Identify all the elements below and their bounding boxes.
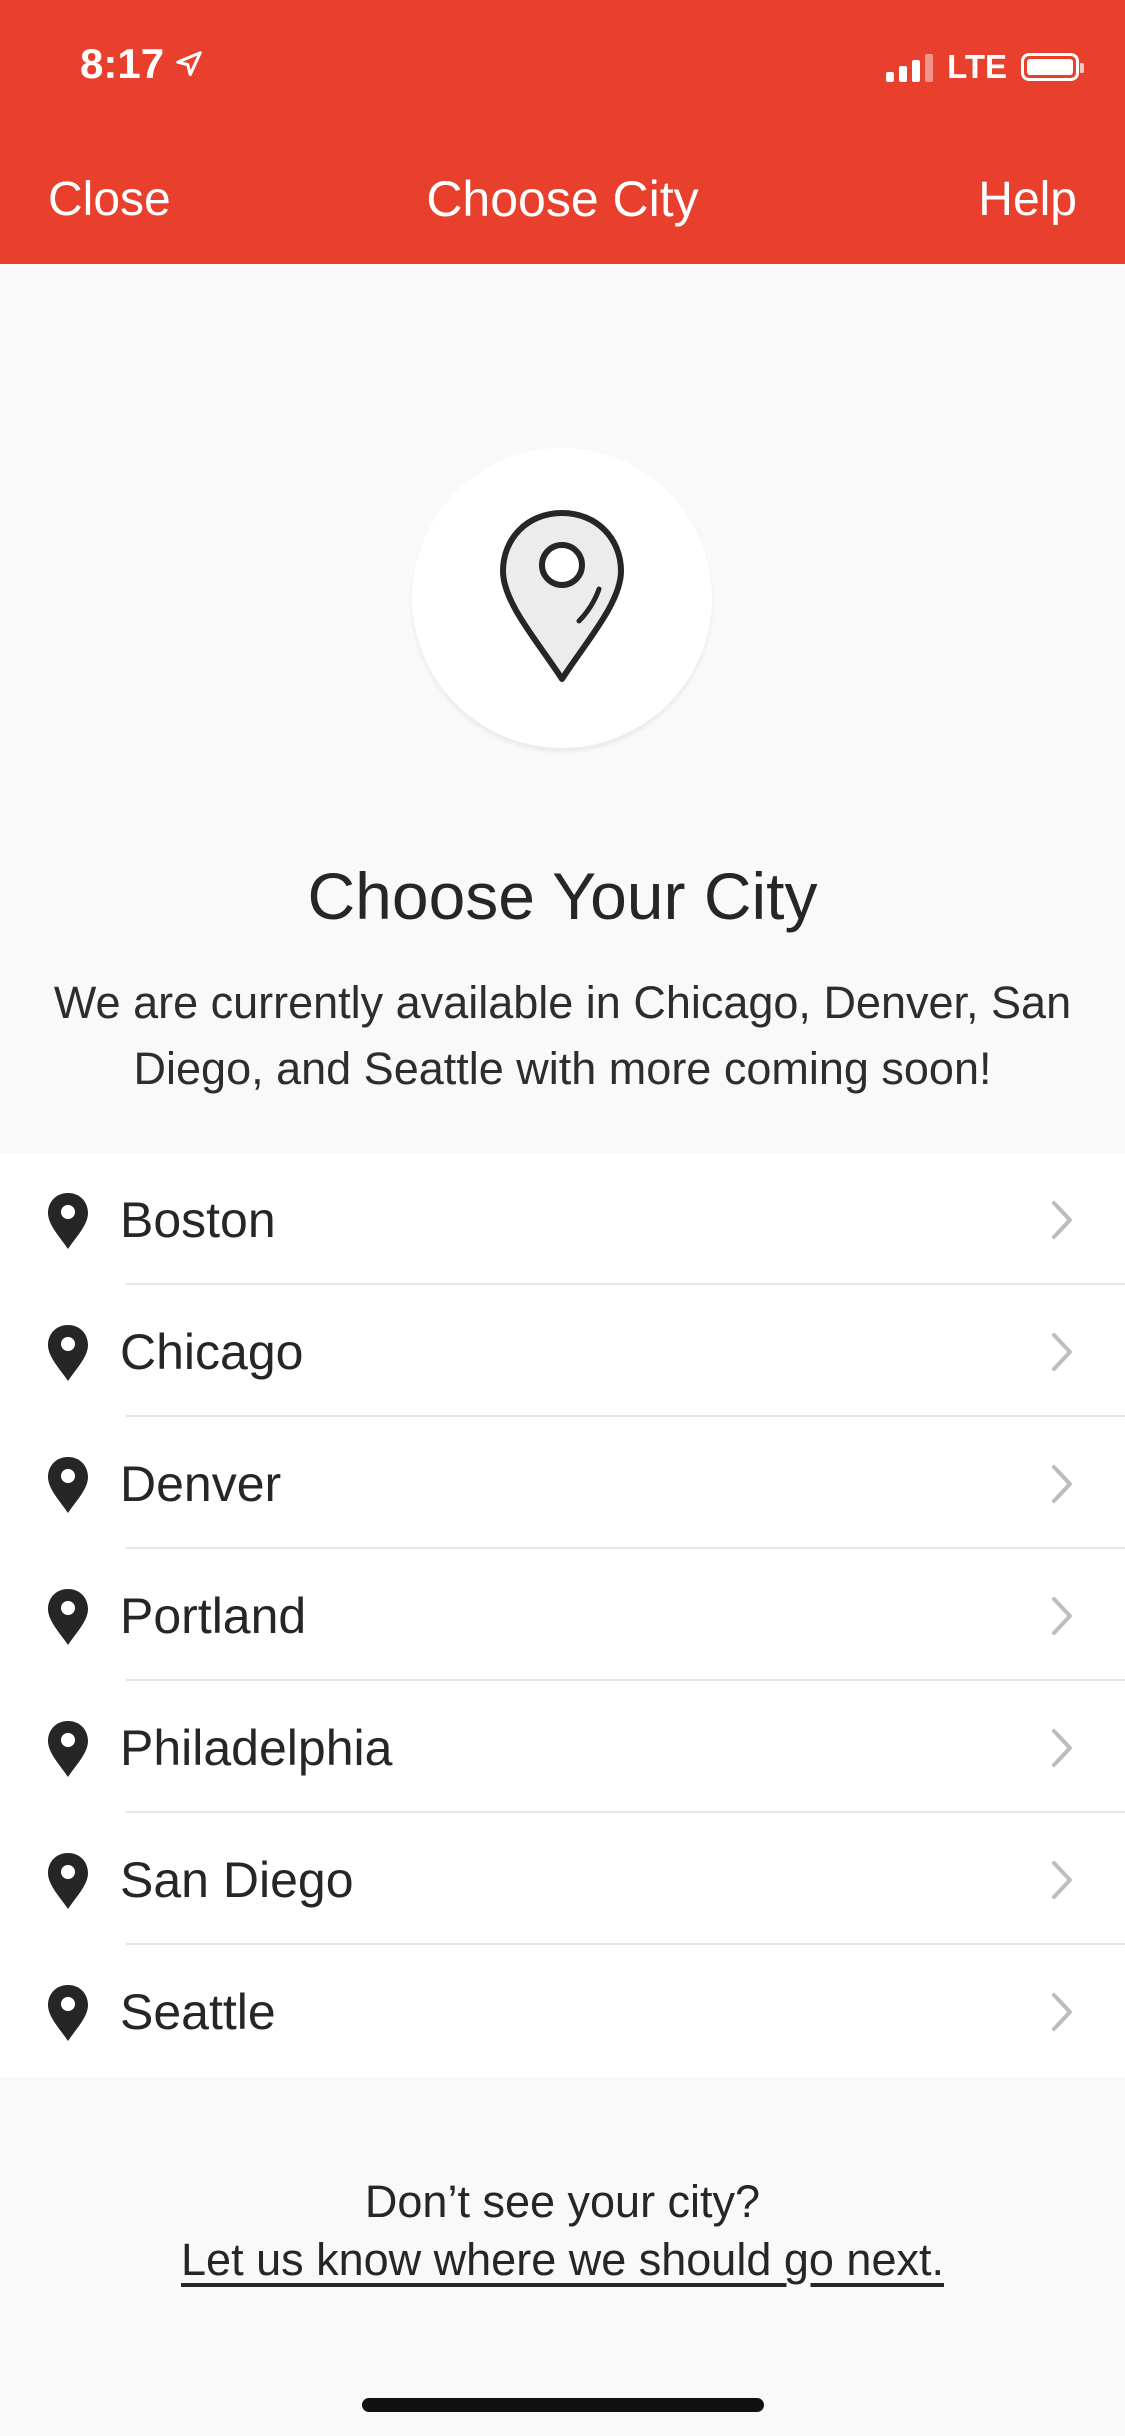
signal-icon	[886, 52, 934, 82]
map-pin-icon	[48, 1721, 88, 1777]
map-pin-icon	[48, 1325, 88, 1381]
city-label: Denver	[120, 1456, 282, 1512]
city-row-seattle[interactable]: Seattle	[0, 1945, 1125, 2077]
chevron-right-icon	[1052, 1333, 1072, 1371]
city-label: Philadelphia	[120, 1720, 393, 1776]
location-illustration	[412, 448, 712, 748]
city-row-philadelphia[interactable]: Philadelphia	[0, 1681, 1125, 1813]
city-label: Seattle	[120, 1984, 276, 2040]
chevron-right-icon	[1052, 1201, 1072, 1239]
top-bar: 8:17 LTE Close Choose City Help	[0, 0, 1125, 264]
status-time-text: 8:17	[80, 40, 165, 87]
city-label: Boston	[120, 1192, 276, 1248]
chevron-right-icon	[1052, 1861, 1072, 1899]
chevron-right-icon	[1052, 1465, 1072, 1503]
city-label: Chicago	[120, 1324, 304, 1380]
hero-heading: Choose Your City	[307, 859, 818, 933]
status-time: 8:17	[80, 40, 204, 88]
map-pin-icon	[48, 1853, 88, 1909]
city-label: Portland	[120, 1588, 307, 1644]
footer-question: Don’t see your city?	[364, 2176, 761, 2227]
network-label: LTE	[947, 48, 1007, 85]
map-pin-icon	[48, 1985, 88, 2041]
map-pin-icon	[48, 1457, 88, 1513]
city-row-chicago[interactable]: Chicago	[0, 1285, 1125, 1417]
city-label: San Diego	[120, 1852, 354, 1908]
city-row-denver[interactable]: Denver	[0, 1417, 1125, 1549]
location-arrow-icon	[176, 51, 202, 77]
help-button[interactable]: Help	[978, 172, 1077, 227]
city-row-boston[interactable]: Boston	[0, 1153, 1125, 1285]
status-indicators: LTE	[886, 48, 1084, 86]
map-pin-icon	[48, 1589, 88, 1645]
city-row-portland[interactable]: Portland	[0, 1549, 1125, 1681]
map-pin-icon	[48, 1193, 88, 1249]
hero-description: We are currently available in Chicago, D…	[53, 977, 1072, 1094]
chevron-right-icon	[1052, 1993, 1072, 2031]
page-title: Choose City	[426, 171, 699, 227]
map-pin-outline-icon	[500, 510, 624, 682]
city-list: Boston Chicago Denver Portland Philadelp…	[0, 1153, 1125, 2077]
city-row-san-diego[interactable]: San Diego	[0, 1813, 1125, 1945]
chevron-right-icon	[1052, 1729, 1072, 1767]
battery-icon	[1021, 53, 1084, 81]
suggest-city-link[interactable]: Let us know where we should go next.	[0, 2234, 1125, 2286]
chevron-right-icon	[1052, 1597, 1072, 1635]
home-indicator	[362, 2398, 764, 2412]
